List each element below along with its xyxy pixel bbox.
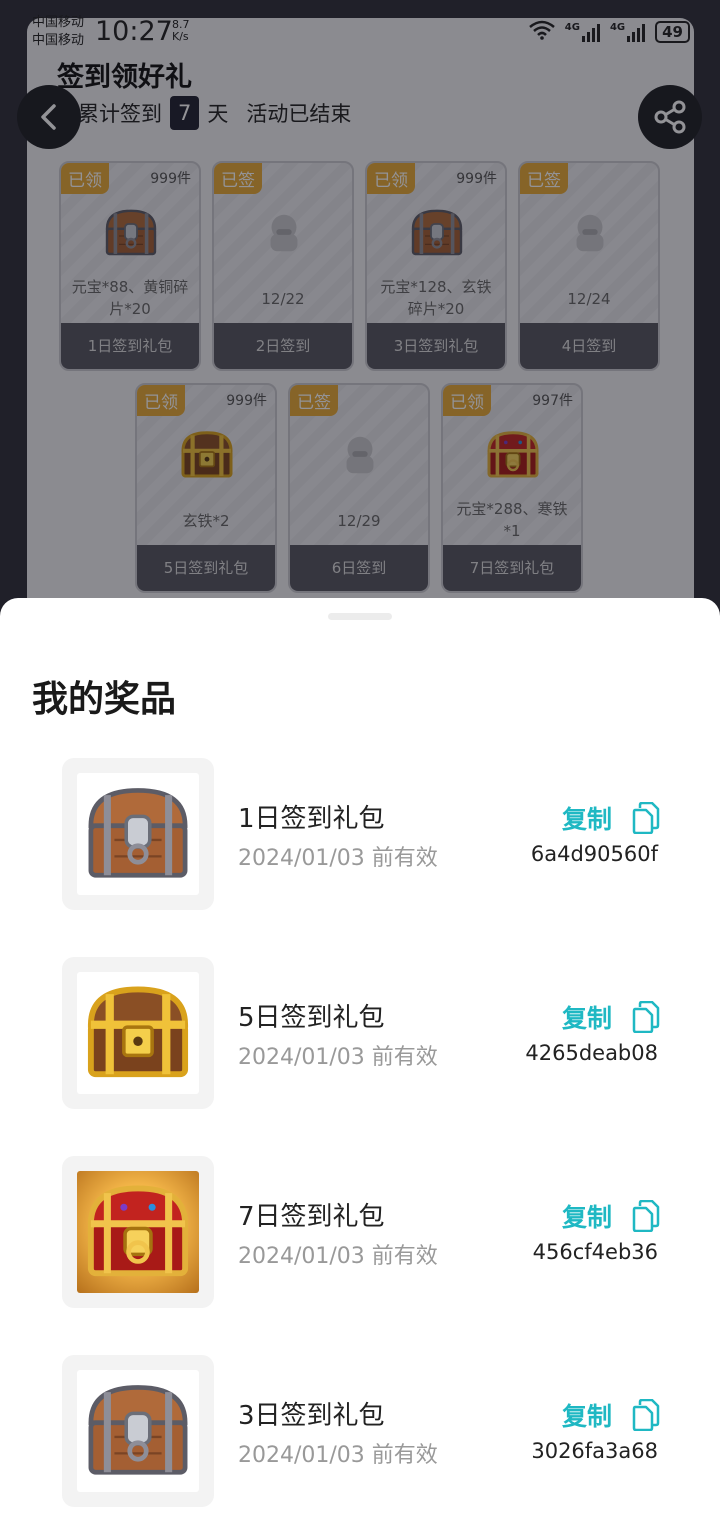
chest-bronze-icon <box>79 1378 197 1484</box>
prize-validity: 2024/01/03 前有效 <box>238 1045 438 1070</box>
copy-button[interactable]: 复制 <box>562 1198 660 1234</box>
chest-red-icon <box>79 1179 197 1285</box>
prize-item: 3日签到礼包 2024/01/03 前有效 复制 3026fa3a68 <box>0 1355 720 1509</box>
dim-overlay[interactable] <box>0 0 720 640</box>
redeem-code[interactable]: 3026fa3a68 <box>531 1439 658 1463</box>
prize-validity: 2024/01/03 前有效 <box>238 846 438 871</box>
prize-name: 5日签到礼包 <box>238 1003 385 1033</box>
prize-thumbnail <box>62 1156 214 1308</box>
prize-name: 7日签到礼包 <box>238 1202 385 1232</box>
prize-name: 1日签到礼包 <box>238 804 385 834</box>
prize-thumbnail <box>62 957 214 1109</box>
copy-button[interactable]: 复制 <box>562 1397 660 1433</box>
my-prizes-sheet: 我的奖品 1日签到礼包 2024/01/03 前有效 复制 6a4d90560f… <box>0 598 720 1532</box>
sheet-drag-handle[interactable] <box>328 613 392 620</box>
copy-icon <box>632 1001 660 1033</box>
prize-item: 7日签到礼包 2024/01/03 前有效 复制 456cf4eb36 <box>0 1156 720 1310</box>
prize-validity: 2024/01/03 前有效 <box>238 1443 438 1468</box>
copy-icon <box>632 1200 660 1232</box>
copy-label: 复制 <box>561 805 612 834</box>
copy-button[interactable]: 复制 <box>562 999 660 1035</box>
redeem-code[interactable]: 4265deab08 <box>525 1041 658 1065</box>
copy-label: 复制 <box>561 1004 612 1033</box>
copy-icon <box>632 1399 660 1431</box>
prize-thumbnail <box>62 1355 214 1507</box>
copy-label: 复制 <box>561 1203 612 1232</box>
copy-button[interactable]: 复制 <box>562 800 660 836</box>
prize-item: 1日签到礼包 2024/01/03 前有效 复制 6a4d90560f <box>0 758 720 912</box>
prize-name: 3日签到礼包 <box>238 1401 385 1431</box>
chest-gold-icon <box>79 980 197 1086</box>
redeem-code[interactable]: 6a4d90560f <box>531 842 658 866</box>
prize-validity: 2024/01/03 前有效 <box>238 1244 438 1269</box>
sheet-title: 我的奖品 <box>32 679 177 720</box>
prize-item: 5日签到礼包 2024/01/03 前有效 复制 4265deab08 <box>0 957 720 1111</box>
chest-bronze-icon <box>79 781 197 887</box>
copy-label: 复制 <box>561 1402 612 1431</box>
prize-thumbnail <box>62 758 214 910</box>
copy-icon <box>632 802 660 834</box>
redeem-code[interactable]: 456cf4eb36 <box>533 1240 658 1264</box>
